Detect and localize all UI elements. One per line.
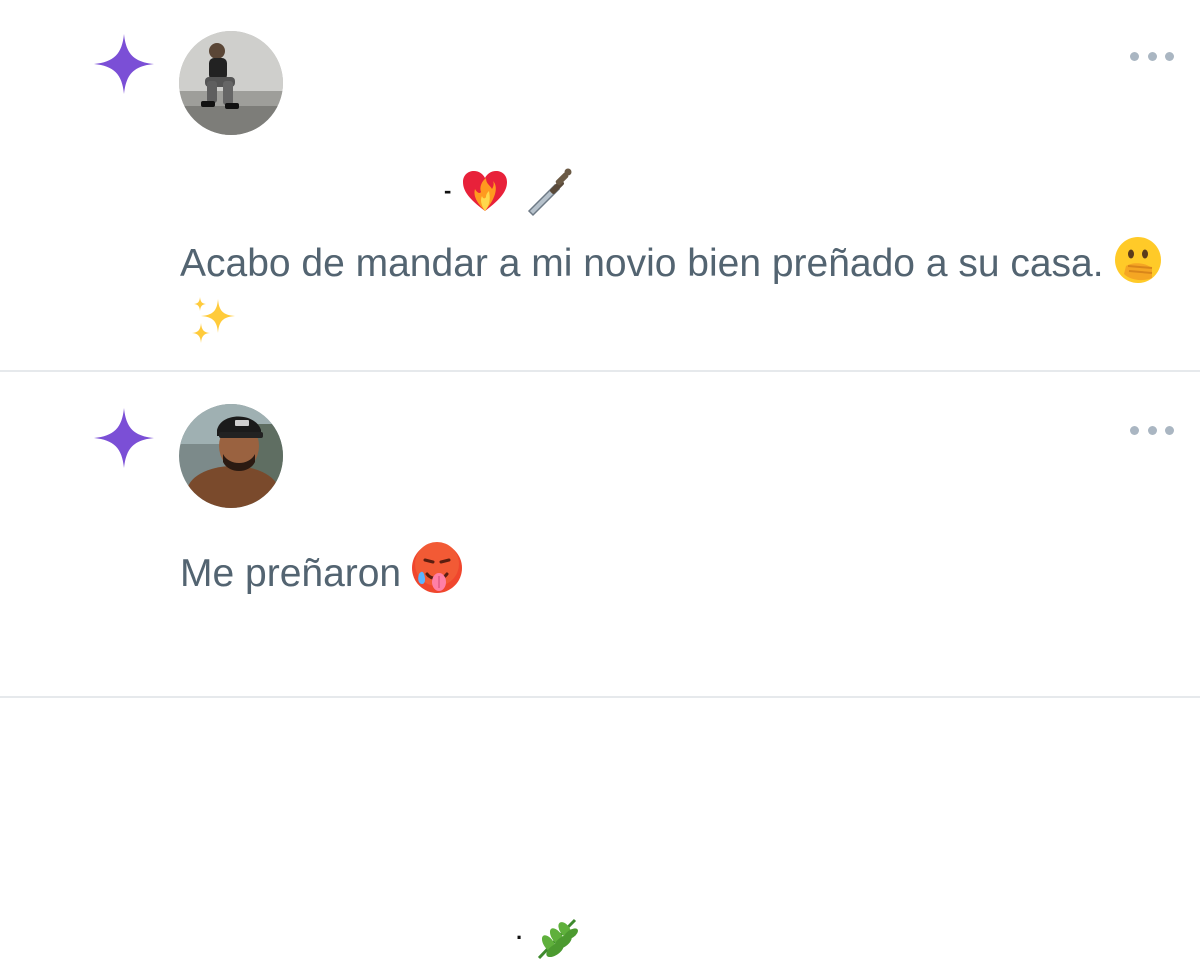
more-options-icon[interactable] [1130, 422, 1174, 438]
sparkle-icon [90, 30, 158, 98]
author-name-row[interactable]: - [444, 163, 577, 219]
more-dot [1147, 51, 1157, 61]
avatar[interactable] [179, 404, 283, 508]
more-dot [1147, 425, 1157, 435]
divider [0, 696, 1200, 698]
author-name-row[interactable]: · [516, 910, 583, 966]
post-text-content: Acabo de mandar a mi novio bien preñado … [180, 242, 1104, 285]
post-text-content: Me preñaron [180, 552, 402, 595]
dagger-emoji [521, 163, 577, 219]
herb-emoji [531, 912, 583, 964]
post-item-1[interactable]: - Acabo de mandar a mi novio bien preñad… [0, 0, 1200, 370]
author-name-text: - [444, 178, 451, 203]
avatar[interactable] [179, 31, 283, 135]
more-dot [1130, 51, 1139, 61]
post-text: Me preñaron [180, 540, 1180, 603]
more-dot [1130, 425, 1139, 435]
post-item-2[interactable]: · Me preñaron [0, 372, 1200, 960]
heart-on-fire-emoji [459, 165, 511, 217]
face-with-hand-over-mouth-emoji [1112, 234, 1164, 286]
post-text: Acabo de mandar a mi novio bien preñado … [180, 234, 1180, 352]
more-options-icon[interactable] [1130, 48, 1174, 64]
sparkles-emoji [188, 293, 240, 345]
more-dot [1165, 51, 1174, 61]
more-dot [1165, 425, 1174, 435]
sparkle-icon [90, 404, 158, 472]
hot-face-emoji [409, 540, 465, 596]
author-name-text: · [516, 925, 523, 950]
